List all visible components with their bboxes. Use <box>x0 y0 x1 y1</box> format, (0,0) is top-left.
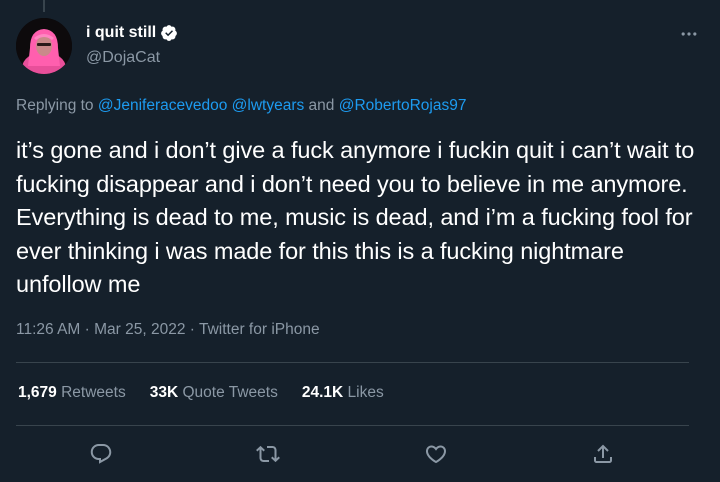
quote-tweets-label: Quote Tweets <box>182 384 278 401</box>
replying-prefix: Replying to <box>16 97 98 114</box>
reply-mention-link[interactable]: @Jeniferacevedoo <box>98 97 227 114</box>
reply-mention-link[interactable]: @lwtyears <box>232 97 305 114</box>
likes-stat[interactable]: 24.1K Likes <box>302 384 384 402</box>
tweet-time[interactable]: 11:26 AM <box>16 321 80 338</box>
tweet-date[interactable]: Mar 25, 2022 <box>94 321 185 338</box>
tweet-metadata: 11:26 AM · Mar 25, 2022 · Twitter for iP… <box>16 321 320 339</box>
more-horizontal-icon <box>681 32 697 36</box>
tweet-source[interactable]: Twitter for iPhone <box>199 321 320 338</box>
author-info: i quit still @DojaCat <box>86 22 178 67</box>
share-button[interactable] <box>585 436 621 472</box>
avatar-image <box>16 18 72 74</box>
avatar[interactable] <box>16 18 72 74</box>
heart-icon <box>425 445 447 464</box>
name-row: i quit still <box>86 22 178 44</box>
tweet-text: it’s gone and i don’t give a fuck anymor… <box>16 137 695 297</box>
likes-count: 24.1K <box>301 384 344 401</box>
tweet-actions <box>0 436 720 472</box>
tweet-header: i quit still @DojaCat <box>16 18 704 78</box>
retweets-label: Retweets <box>61 384 126 401</box>
quote-tweets-stat[interactable]: 33K Quote Tweets <box>150 384 278 402</box>
reply-button[interactable] <box>83 436 119 472</box>
meta-separator: · <box>80 321 95 338</box>
replying-and: and <box>304 97 339 114</box>
thread-connector-line <box>43 0 45 12</box>
replying-to: Replying to @Jeniferacevedoo @lwtyears a… <box>16 97 466 115</box>
like-button[interactable] <box>418 436 454 472</box>
quote-tweets-count: 33K <box>149 384 179 401</box>
engagement-stats: 1,679 Retweets 33K Quote Tweets 24.1K Li… <box>18 384 384 402</box>
retweet-button[interactable] <box>250 436 286 472</box>
reply-mention-link[interactable]: @RobertoRojas97 <box>339 97 467 114</box>
display-name[interactable]: i quit still <box>86 24 156 42</box>
meta-separator: · <box>185 321 199 338</box>
retweet-icon <box>256 445 280 463</box>
likes-label: Likes <box>347 384 384 401</box>
verified-badge-icon <box>161 25 178 41</box>
retweets-count: 1,679 <box>18 384 57 401</box>
tweet-detail: i quit still @DojaCat Replying to @Jenif… <box>0 0 720 482</box>
more-options-button[interactable] <box>674 22 704 46</box>
divider <box>16 362 689 363</box>
share-icon <box>594 444 612 463</box>
author-handle[interactable]: @DojaCat <box>86 49 178 67</box>
retweets-stat[interactable]: 1,679 Retweets <box>18 384 126 402</box>
reply-icon <box>90 444 112 464</box>
divider <box>16 425 689 426</box>
